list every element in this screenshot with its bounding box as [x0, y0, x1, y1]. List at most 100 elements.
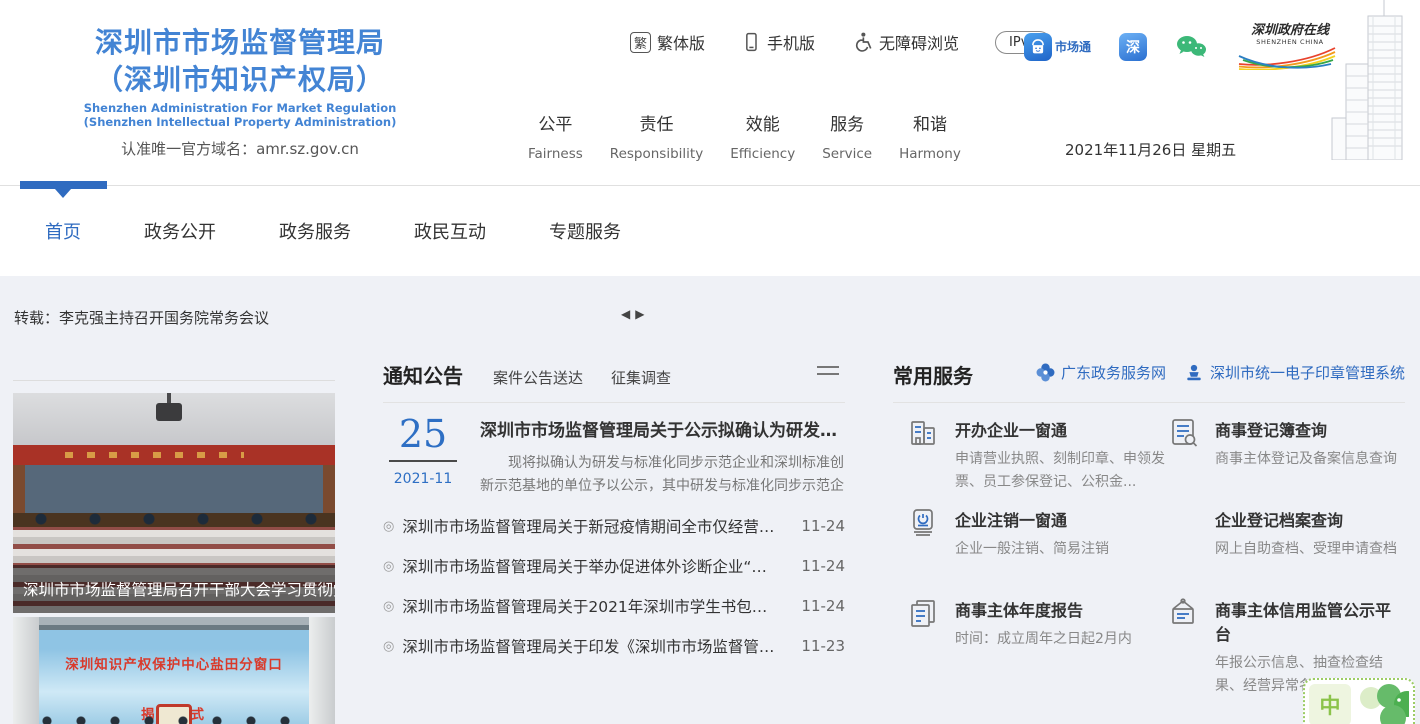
header: 深圳市市场监督管理局 （深圳市知识产权局） Shenzhen Administr… [0, 0, 1420, 185]
traditional-chinese-link[interactable]: 繁 繁体版 [630, 30, 705, 54]
main-nav: 首页 政务公开 政务服务 政民互动 专题服务 [0, 185, 1420, 275]
list-item[interactable]: ◎ 深圳市市场监督管理局关于印发《深圳市市场监督管理局商... 11-23 [383, 626, 845, 666]
services-title: 常用服务 [893, 360, 973, 389]
eseal-stamp-icon [1184, 363, 1204, 383]
featured-month: 2021-11 [389, 471, 457, 487]
service-credit-platform[interactable]: 商事主体信用监管公示平台 年报公示信息、抽查检查结果、经营异常名录等 [1165, 595, 1405, 685]
services-section: 常用服务 广东政务服务网 [893, 360, 1405, 660]
value-service: 服务 Service [822, 110, 872, 162]
market-app-label: 市场通 [1055, 38, 1091, 55]
mobile-version-label: 手机版 [767, 30, 815, 54]
gd-gov-service-link[interactable]: 广东政务服务网 [1036, 362, 1166, 383]
list-item[interactable]: ◎ 深圳市市场监督管理局关于2021年深圳市学生书包等3类产... 11-24 [383, 586, 845, 626]
service-register-search[interactable]: 商事登记簿查询 商事主体登记及备案信息查询 [1165, 415, 1405, 505]
org-name-en-line1: Shenzhen Administration For Market Regul… [18, 101, 462, 115]
market-app-link[interactable]: 市场通 [1024, 33, 1091, 61]
notices-list: ◎ 深圳市市场监督管理局关于新冠疫情期间全市仅经营乙类非... 11-24 ◎ … [383, 506, 845, 666]
company-cancel-power-icon [905, 505, 941, 541]
tab-surveys[interactable]: 征集调查 [611, 367, 671, 388]
notices-header: 通知公告 案件公告送达 征集调查 [383, 360, 845, 390]
main-content: 转载：李克强主持召开国务院常务会议 ◀ ▶ 深圳市市场监督管理局召开干部大会学习… [0, 276, 1420, 724]
nav-item-gov-services[interactable]: 政务服务 [279, 218, 351, 244]
nav-item-gov-disclosure[interactable]: 政务公开 [144, 218, 216, 244]
carousel-slide-meeting[interactable]: 深圳市市场监督管理局召开干部大会学习贯彻党的十... [13, 393, 335, 613]
bullet-icon: ◎ [383, 639, 394, 654]
eseal-system-link[interactable]: 深圳市统一电子印章管理系统 [1184, 362, 1405, 383]
bullet-icon: ◎ [383, 559, 394, 574]
left-column-divider [13, 380, 335, 381]
carousel-slide-ceremony[interactable]: 深圳知识产权保护中心盐田分窗口 揭牌仪式 [13, 617, 335, 724]
services-external-links: 广东政务服务网 深圳市统一电子印章管理系统 [1036, 362, 1405, 383]
org-name-cn-line1: 深圳市市场监督管理局 [18, 24, 462, 61]
current-date: 2021年11月26日 星期五 [1065, 139, 1236, 160]
credit-signboard-icon [1165, 595, 1201, 631]
list-item[interactable]: ◎ 深圳市市场监督管理局关于新冠疫情期间全市仅经营乙类非... 11-24 [383, 506, 845, 546]
value-efficiency: 效能 Efficiency [730, 110, 795, 162]
photo-projector [156, 403, 182, 421]
nav-item-special-services[interactable]: 专题服务 [549, 218, 621, 244]
i-shenzhen-app-icon[interactable]: 深 [1119, 33, 1147, 61]
carousel-caption[interactable]: 深圳市市场监督管理局召开干部大会学习贯彻党的十... [13, 565, 335, 613]
service-open-company[interactable]: 开办企业一窗通 申请营业执照、刻制印章、申领发票、员工参保登记、公积金... [905, 415, 1165, 505]
list-item[interactable]: ◎ 深圳市市场监督管理局关于举办促进体外诊断企业“高质量... 11-24 [383, 546, 845, 586]
value-fairness: 公平 Fairness [528, 110, 583, 162]
mobile-version-link[interactable]: 手机版 [741, 30, 815, 54]
nav-item-interaction[interactable]: 政民互动 [414, 218, 486, 244]
featured-body: 深圳市市场监督管理局关于公示拟确认为研发与标... 现将拟确认为研发与标准化同步… [480, 416, 845, 498]
service-annual-report[interactable]: 商事主体年度报告 时间：成立周年之日起2月内 [905, 595, 1165, 685]
utility-links: 繁 繁体版 手机版 无障碍浏览 [630, 30, 1051, 54]
org-name-en-line2: (Shenzhen Intellectual Property Administ… [18, 115, 462, 129]
tab-case-announcements[interactable]: 案件公告送达 [493, 367, 583, 388]
building-sketch-image [1310, 0, 1420, 160]
floating-service-widget[interactable]: 中 [1303, 678, 1415, 724]
value-responsibility: 责任 Responsibility [610, 110, 703, 162]
featured-date-block: 25 2021-11 [389, 414, 457, 487]
photo-red-banner [13, 445, 335, 465]
gd-gov-flower-icon [1036, 363, 1055, 382]
widget-zhong-character: 中 [1309, 684, 1351, 724]
values-row: 公平 Fairness 责任 Responsibility 效能 Efficie… [528, 110, 961, 162]
news-ticker[interactable]: 转载：李克强主持召开国务院常务会议 [14, 307, 269, 328]
company-building-icon [905, 415, 941, 451]
service-close-company[interactable]: 企业注销一窗通 企业一般注销、简易注销 [905, 505, 1165, 595]
bullet-icon: ◎ [383, 599, 394, 614]
ticker-next-icon[interactable]: ▶ [635, 307, 644, 321]
featured-title[interactable]: 深圳市市场监督管理局关于公示拟确认为研发与标... [480, 416, 845, 441]
notices-title[interactable]: 通知公告 [383, 360, 463, 389]
page: 深圳市市场监督管理局 （深圳市知识产权局） Shenzhen Administr… [0, 0, 1420, 724]
ticker-prev-icon[interactable]: ◀ [621, 307, 630, 321]
service-archive-search[interactable]: 企业登记档案查询 网上自助查档、受理申请查档 [1165, 505, 1405, 595]
org-name-en: Shenzhen Administration For Market Regul… [18, 101, 462, 129]
annual-report-icon [905, 595, 941, 631]
featured-date-underline [389, 460, 457, 462]
value-harmony: 和谐 Harmony [899, 110, 961, 162]
featured-notice[interactable]: 25 2021-11 深圳市市场监督管理局关于公示拟确认为研发与标... 现将拟… [383, 414, 845, 500]
featured-summary: 现将拟确认为研发与标准化同步示范企业和深圳标准创新示范基地的单位予以公示，其中研… [480, 452, 845, 498]
clover-leaves-icon [1355, 684, 1409, 724]
photo-panel-members [13, 511, 335, 527]
notices-divider [383, 402, 845, 403]
wheelchair-icon [851, 31, 873, 53]
official-domain-notice: 认准唯一官方域名：amr.sz.gov.cn [18, 138, 462, 159]
archive-search-icon-empty [1165, 505, 1201, 541]
register-search-icon [1165, 415, 1201, 451]
app-icons: 市场通 深 深圳政府在线 SHENZHEN CHINA [1024, 24, 1345, 70]
mobile-phone-icon [741, 31, 761, 53]
notices-tabs: 案件公告送达 征集调查 [493, 367, 671, 388]
org-name-cn-line2: （深圳市知识产权局） [18, 61, 462, 98]
ceremony-people [39, 715, 309, 724]
services-divider [893, 402, 1405, 403]
featured-day: 25 [389, 414, 457, 454]
nav-item-home[interactable]: 首页 [45, 218, 81, 244]
notices-more-icon[interactable] [817, 366, 839, 380]
accessibility-link[interactable]: 无障碍浏览 [851, 30, 959, 54]
ceremony-banner-line1: 深圳知识产权保护中心盐田分窗口 [39, 653, 309, 673]
site-logo-title[interactable]: 深圳市市场监督管理局 （深圳市知识产权局） [18, 24, 462, 98]
wechat-icon[interactable] [1175, 34, 1207, 60]
bullet-icon: ◎ [383, 519, 394, 534]
market-app-icon [1024, 33, 1052, 61]
photo2-truss [39, 625, 309, 630]
services-grid: 开办企业一窗通 申请营业执照、刻制印章、申领发票、员工参保登记、公积金... [905, 415, 1405, 685]
traditional-chinese-icon: 繁 [630, 32, 651, 53]
accessibility-label: 无障碍浏览 [879, 30, 959, 54]
